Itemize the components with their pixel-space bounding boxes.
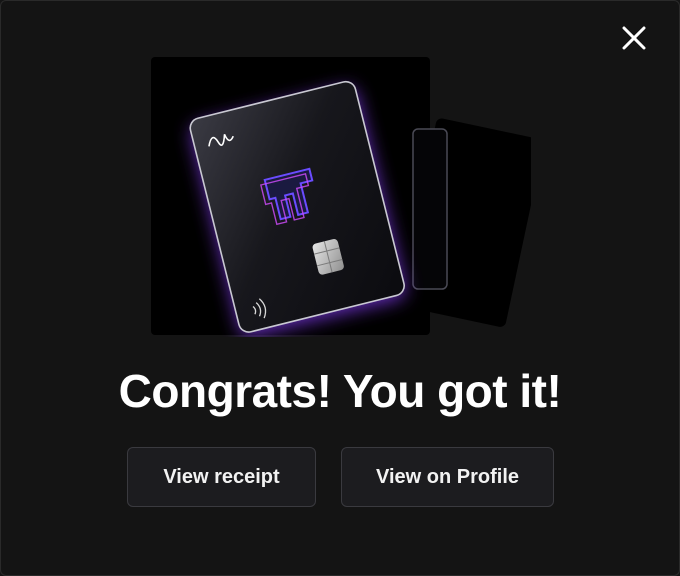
view-receipt-button[interactable]: View receipt — [127, 447, 316, 507]
success-modal: Congrats! You got it! View receipt View … — [0, 0, 680, 576]
close-button[interactable] — [619, 23, 649, 53]
view-receipt-label: View receipt — [163, 465, 280, 488]
view-on-profile-button[interactable]: View on Profile — [341, 447, 554, 507]
view-on-profile-label: View on Profile — [376, 465, 519, 488]
congrats-title: Congrats! You got it! — [118, 365, 562, 417]
middle-card — [412, 128, 448, 290]
card-artwork — [151, 57, 544, 337]
close-icon — [622, 26, 646, 50]
